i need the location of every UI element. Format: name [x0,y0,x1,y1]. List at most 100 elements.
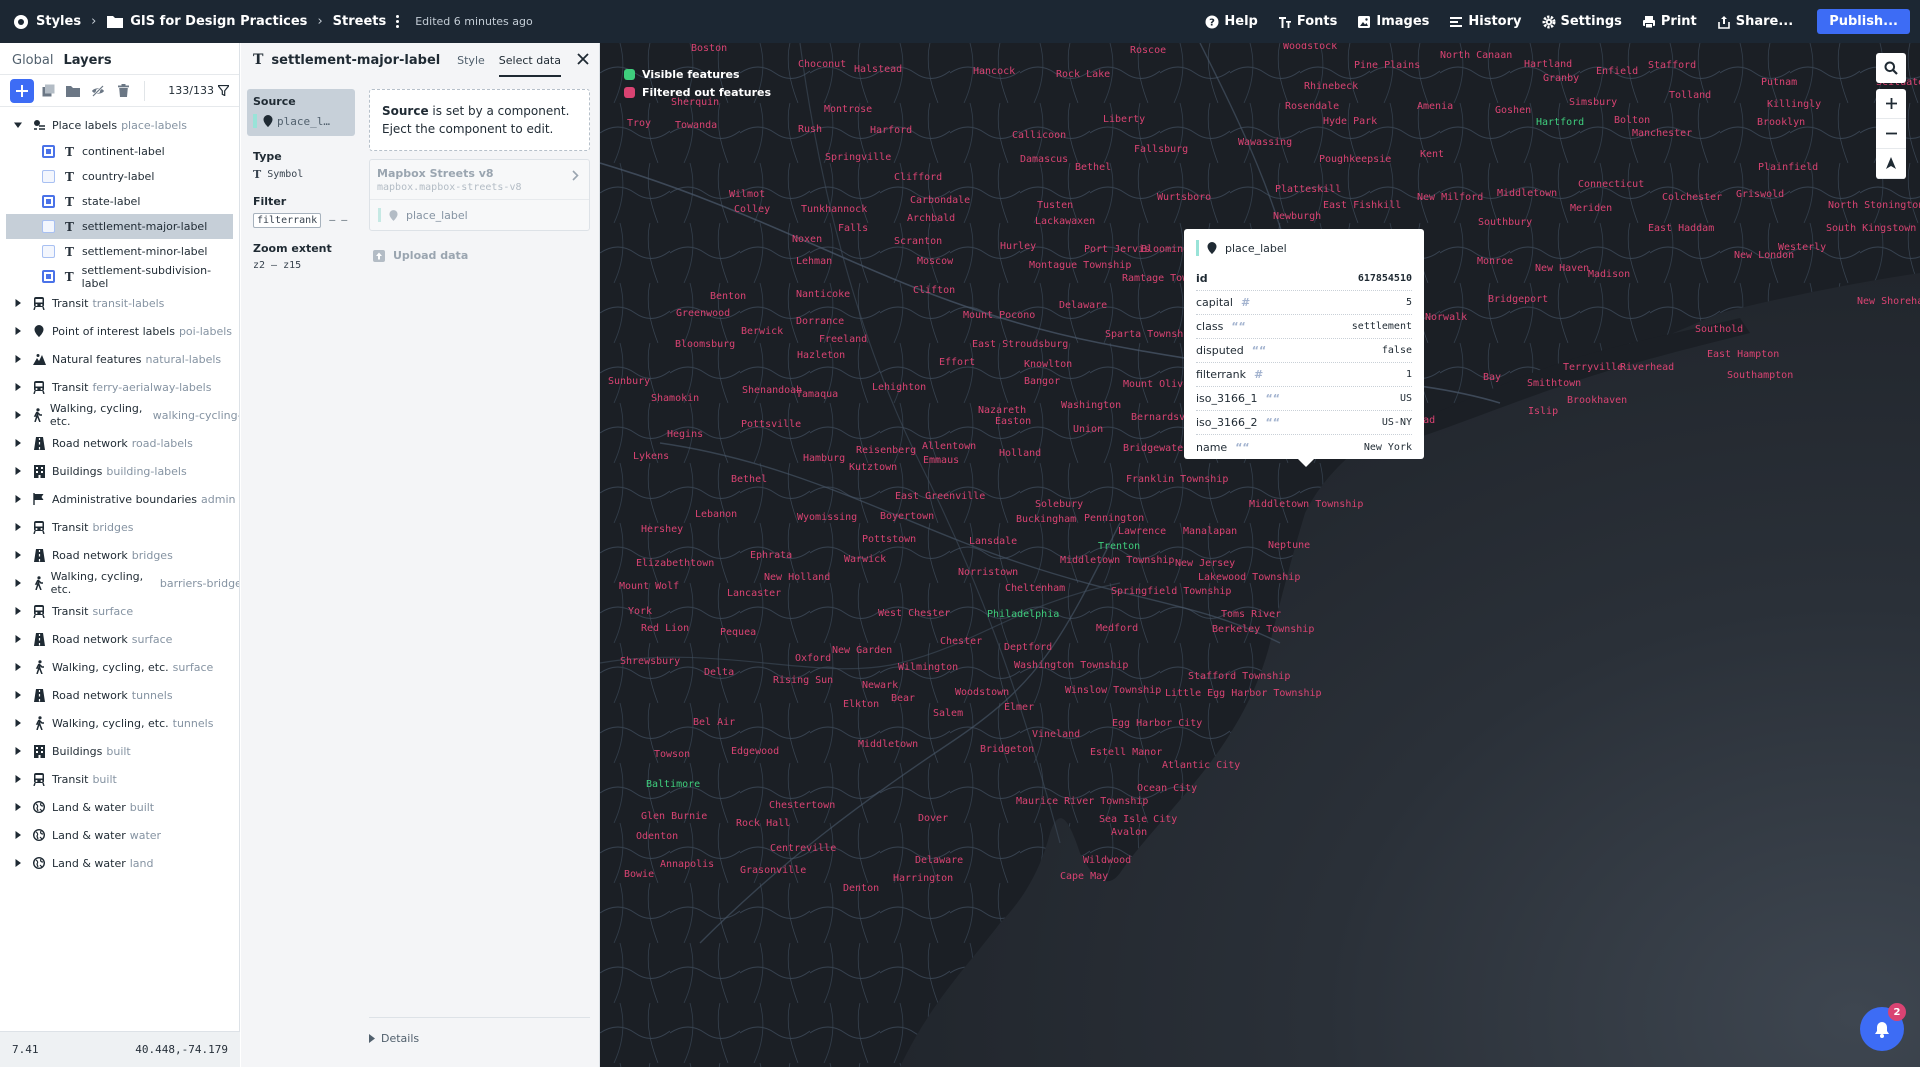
zoom-in-button[interactable] [1876,89,1906,119]
map-search-button[interactable] [1876,53,1906,83]
map-place-label[interactable]: Winslow Township [1065,685,1161,696]
map-place-label[interactable]: Boyertown [880,511,934,522]
map-place-label[interactable]: Southbury [1478,217,1532,228]
type-property[interactable]: Type T Symbol [247,150,355,181]
map-place-label[interactable]: Wilmington [898,662,958,673]
layer-group-transit-labels[interactable]: Transit transit-labels [0,289,239,317]
map-place-label[interactable]: Mount Wolf [619,581,679,592]
map-place-label[interactable]: Lansdale [969,536,1017,547]
map-place-label[interactable]: Rock Lake [1056,69,1110,80]
map-place-label[interactable]: Towson [654,749,690,760]
map-place-label[interactable]: Delta [704,667,734,678]
map-place-label[interactable]: Putnam [1761,77,1797,88]
map-place-label[interactable]: Tusten [1037,200,1073,211]
map-place-label[interactable]: Bear [891,693,915,704]
map-place-label[interactable]: Pine Plains [1354,60,1420,71]
details-toggle[interactable]: Details [369,1017,590,1045]
map-canvas[interactable]: Boston Halstead Choconut Hancock Rock Lake Ro… [600,43,1920,1067]
chevron-right-icon[interactable] [14,635,22,643]
map-place-label[interactable]: Toms River [1221,609,1281,620]
map-place-label[interactable]: Enfield [1596,66,1638,77]
map-place-label[interactable]: Plainfield [1758,162,1818,173]
map-place-label[interactable]: Odenton [636,831,678,842]
breadcrumb-project[interactable]: GIS for Design Practices [106,13,307,31]
more-options-icon[interactable] [392,15,403,28]
map-place-label[interactable]: Nazareth [978,405,1026,416]
layer-item-continent-label[interactable]: Tcontinent-label [6,139,233,164]
map-place-label[interactable]: Madison [1588,269,1630,280]
map-place-label[interactable]: Knowlton [1024,359,1072,370]
map-place-label[interactable]: Newark [862,680,898,691]
layer-group-building-labels[interactable]: Buildings building-labels [0,457,239,485]
chevron-right-icon[interactable] [14,299,22,307]
tab-style[interactable]: Style [457,54,485,67]
help-button[interactable]: ? Help [1205,14,1258,29]
map-place-label[interactable]: Hartford [1536,117,1584,128]
delete-layer-button[interactable] [112,80,134,102]
map-place-label[interactable]: Atlantic City [1162,760,1240,771]
map-place-label[interactable]: Union [1073,424,1103,435]
map-place-label[interactable]: Choconut [798,59,846,70]
layer-group-built[interactable]: Transit built [0,765,239,793]
tab-layers[interactable]: Layers [63,53,111,74]
chevron-right-icon[interactable] [14,663,22,671]
map-place-label[interactable]: Griswold [1736,189,1784,200]
map-place-label[interactable]: Manalapan [1183,526,1237,537]
layer-group-tunnels[interactable]: Road network tunnels [0,681,239,709]
map-place-label[interactable]: East Hampton [1707,349,1779,360]
map-place-label[interactable]: Liberty [1103,114,1145,125]
map-place-label[interactable]: Bethel [731,474,767,485]
map-place-label[interactable]: Bolton [1614,115,1650,126]
map-place-label[interactable]: Stafford [1648,60,1696,71]
chevron-right-icon[interactable] [14,523,22,531]
map-place-label[interactable]: Effort [939,357,975,368]
map-place-label[interactable]: Ocean City [1137,783,1197,794]
chevron-right-icon[interactable] [14,719,22,727]
map-place-label[interactable]: Benton [710,291,746,302]
map-place-label[interactable]: York [628,606,652,617]
map-place-label[interactable]: Clifford [894,172,942,183]
zoom-out-button[interactable] [1876,119,1906,149]
layer-group-land[interactable]: Land & water land [0,849,239,877]
map-place-label[interactable]: Baltimore [646,779,700,790]
tab-select-data[interactable]: Select data [498,54,561,77]
map-place-label[interactable]: Bel Air [693,717,735,728]
map-place-label[interactable]: Platteskill [1275,184,1341,195]
map-place-label[interactable]: Maurice River Township [1016,796,1148,807]
map-place-label[interactable]: East Fishkill [1323,200,1401,211]
map-place-label[interactable]: Damascus [1020,154,1068,165]
map-place-label[interactable]: Oxford [795,653,831,664]
map-place-label[interactable]: Chestertown [769,800,835,811]
map-place-label[interactable]: Denton [843,883,879,894]
map-place-label[interactable]: Salem [933,708,963,719]
map-place-label[interactable]: Bridgeton [980,744,1034,755]
map-place-label[interactable]: East Greenville [895,491,985,502]
map-place-label[interactable]: Hamburg [803,453,845,464]
map-place-label[interactable]: Berkeley Township [1212,624,1314,635]
map-place-label[interactable]: Centreville [770,843,836,854]
chevron-right-icon[interactable] [14,327,22,335]
group-layers-button[interactable] [62,80,84,102]
map-place-label[interactable]: Deptford [1004,642,1052,653]
map-place-label[interactable]: Bowie [624,869,654,880]
notifications-button[interactable]: 2 [1860,1003,1906,1051]
map-place-label[interactable]: East Haddam [1648,223,1714,234]
map-place-label[interactable]: Tamaqua [796,389,838,400]
map-place-label[interactable]: Tolland [1669,90,1711,101]
chevron-right-icon[interactable] [14,803,22,811]
chevron-right-icon[interactable] [14,383,22,391]
map-place-label[interactable]: Solebury [1035,499,1083,510]
map-place-label[interactable]: Sparta Township [1105,329,1195,340]
map-place-label[interactable]: Pequea [720,627,756,638]
layer-group-ferry-aerialway-labels[interactable]: Transit ferry-aerialway-labels [0,373,239,401]
history-button[interactable]: History [1449,14,1522,29]
map-place-label[interactable]: Delaware [915,855,963,866]
map-place-label[interactable]: Rising Sun [773,675,833,686]
map-place-label[interactable]: Poughkeepsie [1319,154,1391,165]
chevron-right-icon[interactable] [14,859,22,867]
map-place-label[interactable]: Buckingham [1016,514,1076,525]
close-icon[interactable] [577,52,589,68]
map-place-label[interactable]: Bay [1483,372,1501,383]
chevron-down-icon[interactable] [14,121,22,129]
map-place-label[interactable]: South Kingstown [1826,223,1916,234]
